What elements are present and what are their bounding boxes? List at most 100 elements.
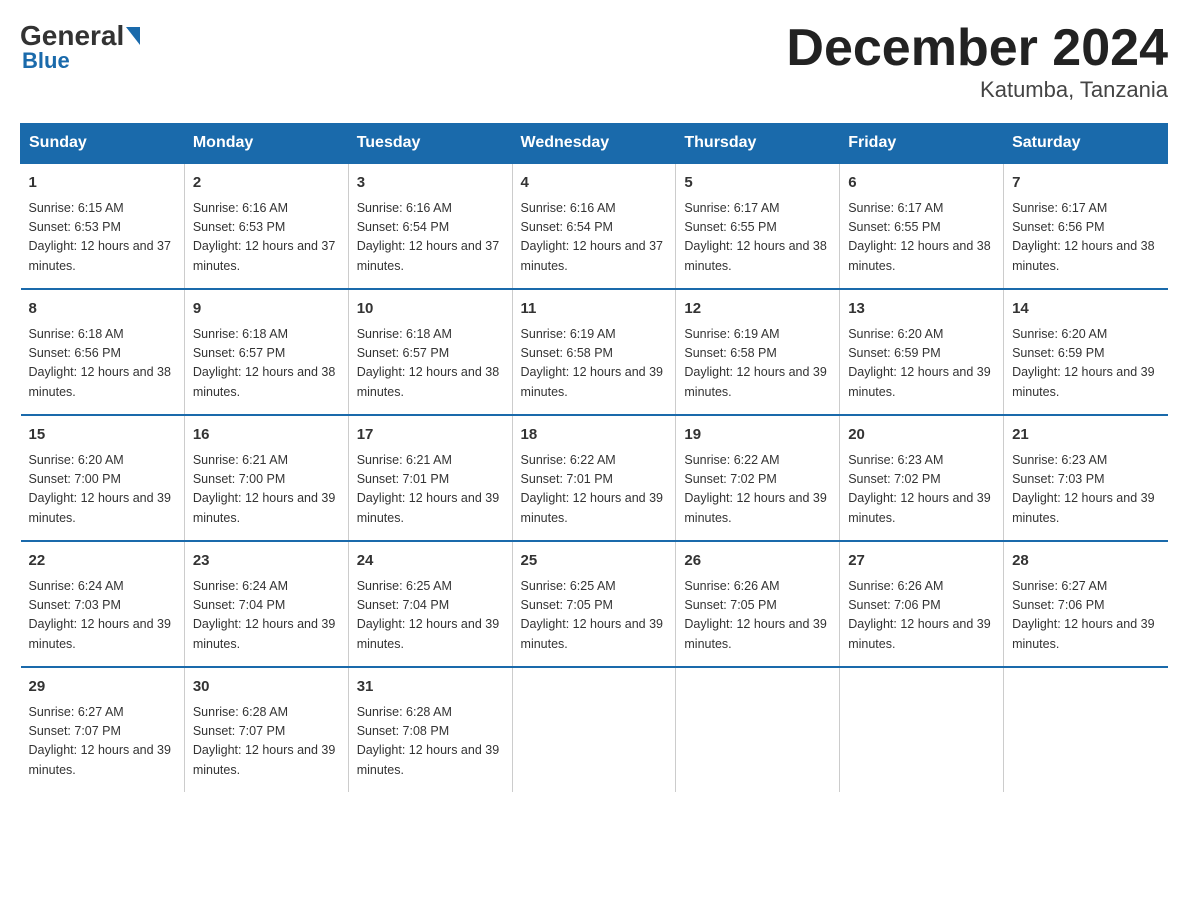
day-number: 19 bbox=[684, 424, 831, 447]
calendar-week-row: 22Sunrise: 6:24 AMSunset: 7:03 PMDayligh… bbox=[21, 541, 1168, 667]
calendar-cell: 25 Sunrise: 6:25 AMSunset: 7:05 PMDayligh… bbox=[512, 541, 676, 667]
calendar-week-row: 15 Sunrise: 6:20 AMSunset: 7:00 PMDayligh… bbox=[21, 415, 1168, 541]
col-header-tuesday: Tuesday bbox=[348, 124, 512, 164]
day-info: Sunrise: 6:19 AMSunset: 6:58 PMDaylight:… bbox=[684, 325, 831, 403]
location-title: Katumba, Tanzania bbox=[786, 77, 1168, 103]
day-number: 25 bbox=[521, 550, 668, 573]
day-number: 12 bbox=[684, 298, 831, 321]
day-number: 17 bbox=[357, 424, 504, 447]
calendar-cell: 16 Sunrise: 6:21 AMSunset: 7:00 PMDayligh… bbox=[184, 415, 348, 541]
day-number: 7 bbox=[1012, 172, 1159, 195]
day-number: 2 bbox=[193, 172, 340, 195]
calendar-table: SundayMondayTuesdayWednesdayThursdayFrid… bbox=[20, 123, 1168, 792]
calendar-cell: 29Sunrise: 6:27 AMSunset: 7:07 PMDayligh… bbox=[21, 667, 185, 792]
day-number: 14 bbox=[1012, 298, 1159, 321]
calendar-week-row: 29Sunrise: 6:27 AMSunset: 7:07 PMDayligh… bbox=[21, 667, 1168, 792]
day-number: 27 bbox=[848, 550, 995, 573]
day-number: 6 bbox=[848, 172, 995, 195]
calendar-cell: 14Sunrise: 6:20 AMSunset: 6:59 PMDayligh… bbox=[1004, 289, 1168, 415]
day-number: 20 bbox=[848, 424, 995, 447]
day-info: Sunrise: 6:18 AMSunset: 6:57 PMDaylight:… bbox=[193, 325, 340, 403]
day-number: 1 bbox=[29, 172, 176, 195]
calendar-cell: 30 Sunrise: 6:28 AMSunset: 7:07 PMDayligh… bbox=[184, 667, 348, 792]
calendar-cell: 9 Sunrise: 6:18 AMSunset: 6:57 PMDaylight… bbox=[184, 289, 348, 415]
logo-blue-text: Blue bbox=[22, 48, 70, 74]
day-info: Sunrise: 6:15 AMSunset: 6:53 PMDaylight:… bbox=[29, 199, 176, 277]
calendar-cell: 3Sunrise: 6:16 AMSunset: 6:54 PMDaylight… bbox=[348, 163, 512, 289]
day-number: 26 bbox=[684, 550, 831, 573]
calendar-cell bbox=[512, 667, 676, 792]
day-number: 28 bbox=[1012, 550, 1159, 573]
day-info: Sunrise: 6:26 AMSunset: 7:06 PMDaylight:… bbox=[848, 577, 995, 655]
day-info: Sunrise: 6:22 AMSunset: 7:01 PMDaylight:… bbox=[521, 451, 668, 529]
day-info: Sunrise: 6:26 AMSunset: 7:05 PMDaylight:… bbox=[684, 577, 831, 655]
day-number: 9 bbox=[193, 298, 340, 321]
day-info: Sunrise: 6:23 AMSunset: 7:03 PMDaylight:… bbox=[1012, 451, 1159, 529]
day-info: Sunrise: 6:23 AMSunset: 7:02 PMDaylight:… bbox=[848, 451, 995, 529]
logo-arrow-icon bbox=[126, 27, 140, 45]
calendar-cell: 11Sunrise: 6:19 AMSunset: 6:58 PMDayligh… bbox=[512, 289, 676, 415]
calendar-cell: 7 Sunrise: 6:17 AMSunset: 6:56 PMDaylight… bbox=[1004, 163, 1168, 289]
day-number: 18 bbox=[521, 424, 668, 447]
calendar-cell: 6 Sunrise: 6:17 AMSunset: 6:55 PMDaylight… bbox=[840, 163, 1004, 289]
calendar-cell bbox=[840, 667, 1004, 792]
day-info: Sunrise: 6:17 AMSunset: 6:55 PMDaylight:… bbox=[684, 199, 831, 277]
day-info: Sunrise: 6:24 AMSunset: 7:04 PMDaylight:… bbox=[193, 577, 340, 655]
day-info: Sunrise: 6:20 AMSunset: 6:59 PMDaylight:… bbox=[848, 325, 995, 403]
day-info: Sunrise: 6:21 AMSunset: 7:00 PMDaylight:… bbox=[193, 451, 340, 529]
day-number: 4 bbox=[521, 172, 668, 195]
month-title: December 2024 bbox=[786, 20, 1168, 77]
day-number: 21 bbox=[1012, 424, 1159, 447]
calendar-cell: 26 Sunrise: 6:26 AMSunset: 7:05 PMDayligh… bbox=[676, 541, 840, 667]
calendar-cell bbox=[1004, 667, 1168, 792]
day-number: 13 bbox=[848, 298, 995, 321]
calendar-cell: 12 Sunrise: 6:19 AMSunset: 6:58 PMDayligh… bbox=[676, 289, 840, 415]
day-number: 30 bbox=[193, 676, 340, 699]
calendar-cell: 17Sunrise: 6:21 AMSunset: 7:01 PMDayligh… bbox=[348, 415, 512, 541]
calendar-cell: 10 Sunrise: 6:18 AMSunset: 6:57 PMDayligh… bbox=[348, 289, 512, 415]
calendar-cell: 1 Sunrise: 6:15 AMSunset: 6:53 PMDaylight… bbox=[21, 163, 185, 289]
calendar-cell: 31Sunrise: 6:28 AMSunset: 7:08 PMDayligh… bbox=[348, 667, 512, 792]
day-number: 15 bbox=[29, 424, 176, 447]
day-number: 16 bbox=[193, 424, 340, 447]
day-number: 3 bbox=[357, 172, 504, 195]
day-info: Sunrise: 6:20 AMSunset: 7:00 PMDaylight:… bbox=[29, 451, 176, 529]
calendar-cell: 4 Sunrise: 6:16 AMSunset: 6:54 PMDaylight… bbox=[512, 163, 676, 289]
day-number: 11 bbox=[521, 298, 668, 321]
calendar-cell: 24 Sunrise: 6:25 AMSunset: 7:04 PMDayligh… bbox=[348, 541, 512, 667]
day-number: 24 bbox=[357, 550, 504, 573]
day-info: Sunrise: 6:16 AMSunset: 6:53 PMDaylight:… bbox=[193, 199, 340, 277]
day-info: Sunrise: 6:25 AMSunset: 7:05 PMDaylight:… bbox=[521, 577, 668, 655]
day-info: Sunrise: 6:25 AMSunset: 7:04 PMDaylight:… bbox=[357, 577, 504, 655]
calendar-cell: 8 Sunrise: 6:18 AMSunset: 6:56 PMDaylight… bbox=[21, 289, 185, 415]
day-info: Sunrise: 6:17 AMSunset: 6:56 PMDaylight:… bbox=[1012, 199, 1159, 277]
col-header-sunday: Sunday bbox=[21, 124, 185, 164]
day-number: 8 bbox=[29, 298, 176, 321]
calendar-cell: 2 Sunrise: 6:16 AMSunset: 6:53 PMDaylight… bbox=[184, 163, 348, 289]
calendar-week-row: 8 Sunrise: 6:18 AMSunset: 6:56 PMDaylight… bbox=[21, 289, 1168, 415]
col-header-wednesday: Wednesday bbox=[512, 124, 676, 164]
calendar-cell: 18 Sunrise: 6:22 AMSunset: 7:01 PMDayligh… bbox=[512, 415, 676, 541]
calendar-cell: 5Sunrise: 6:17 AMSunset: 6:55 PMDaylight… bbox=[676, 163, 840, 289]
calendar-cell: 23 Sunrise: 6:24 AMSunset: 7:04 PMDayligh… bbox=[184, 541, 348, 667]
calendar-header-row: SundayMondayTuesdayWednesdayThursdayFrid… bbox=[21, 124, 1168, 164]
page-header: General Blue December 2024 Katumba, Tanz… bbox=[20, 20, 1168, 103]
day-number: 10 bbox=[357, 298, 504, 321]
day-info: Sunrise: 6:16 AMSunset: 6:54 PMDaylight:… bbox=[521, 199, 668, 277]
day-info: Sunrise: 6:24 AMSunset: 7:03 PMDaylight:… bbox=[29, 577, 176, 655]
calendar-cell: 20 Sunrise: 6:23 AMSunset: 7:02 PMDayligh… bbox=[840, 415, 1004, 541]
calendar-cell: 13 Sunrise: 6:20 AMSunset: 6:59 PMDayligh… bbox=[840, 289, 1004, 415]
day-info: Sunrise: 6:27 AMSunset: 7:06 PMDaylight:… bbox=[1012, 577, 1159, 655]
calendar-cell: 15 Sunrise: 6:20 AMSunset: 7:00 PMDayligh… bbox=[21, 415, 185, 541]
col-header-thursday: Thursday bbox=[676, 124, 840, 164]
day-info: Sunrise: 6:18 AMSunset: 6:56 PMDaylight:… bbox=[29, 325, 176, 403]
day-number: 23 bbox=[193, 550, 340, 573]
calendar-cell: 19Sunrise: 6:22 AMSunset: 7:02 PMDayligh… bbox=[676, 415, 840, 541]
day-number: 29 bbox=[29, 676, 176, 699]
calendar-cell: 21 Sunrise: 6:23 AMSunset: 7:03 PMDayligh… bbox=[1004, 415, 1168, 541]
calendar-cell: 27 Sunrise: 6:26 AMSunset: 7:06 PMDayligh… bbox=[840, 541, 1004, 667]
day-info: Sunrise: 6:18 AMSunset: 6:57 PMDaylight:… bbox=[357, 325, 504, 403]
day-info: Sunrise: 6:17 AMSunset: 6:55 PMDaylight:… bbox=[848, 199, 995, 277]
day-info: Sunrise: 6:28 AMSunset: 7:07 PMDaylight:… bbox=[193, 703, 340, 781]
calendar-week-row: 1 Sunrise: 6:15 AMSunset: 6:53 PMDaylight… bbox=[21, 163, 1168, 289]
